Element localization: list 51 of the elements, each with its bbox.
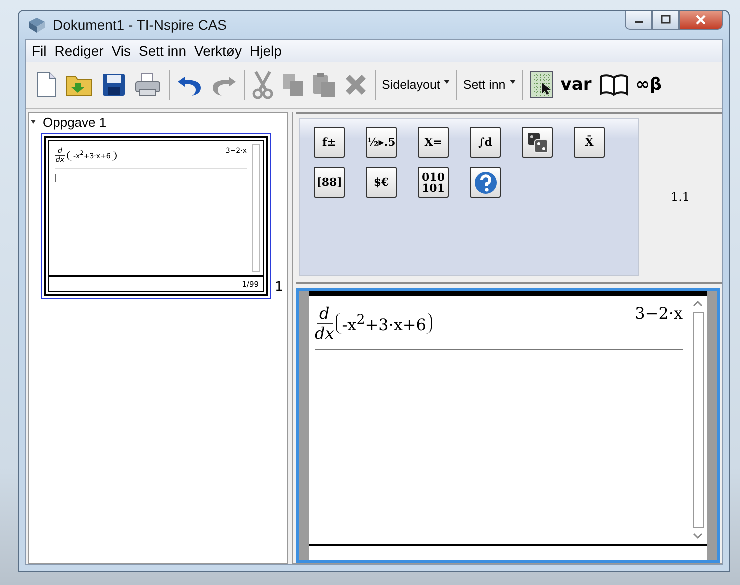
toolbar-button[interactable]: ∞β bbox=[634, 75, 664, 95]
caret-icon bbox=[444, 80, 450, 84]
menu-item[interactable]: Rediger bbox=[50, 43, 108, 59]
book-icon bbox=[598, 74, 629, 96]
denominator: dx bbox=[315, 324, 334, 344]
page-number: 1 bbox=[275, 280, 284, 295]
close-icon bbox=[695, 15, 707, 25]
template-button[interactable]: $€ bbox=[366, 167, 397, 198]
window-title: Dokument1 - TI-Nspire CAS bbox=[53, 17, 228, 33]
menu-item[interactable]: Hjelp bbox=[246, 43, 286, 59]
template-button[interactable]: X̄ bbox=[574, 127, 605, 158]
copy-icon bbox=[282, 73, 304, 97]
toolbar-button[interactable] bbox=[100, 71, 128, 99]
maximize-button[interactable] bbox=[652, 11, 679, 30]
help-icon bbox=[472, 170, 498, 196]
menu-item[interactable]: Verktøy bbox=[190, 43, 246, 59]
palette-button[interactable] bbox=[522, 127, 553, 158]
dropdown-button[interactable]: Sidelayout bbox=[381, 76, 452, 94]
paste-icon bbox=[312, 72, 336, 98]
app-icon bbox=[27, 16, 47, 34]
math-expression: -x$^{2}$+3·x+6 bbox=[336, 313, 432, 334]
maximize-icon bbox=[660, 15, 670, 25]
template-button[interactable]: f± bbox=[314, 127, 345, 158]
scrollbar[interactable] bbox=[692, 312, 704, 528]
palette-button[interactable] bbox=[470, 167, 501, 198]
new-document-icon bbox=[36, 72, 58, 98]
toolbar-button[interactable]: var bbox=[560, 75, 593, 95]
menu-item[interactable]: Fil bbox=[28, 43, 51, 59]
printer-icon bbox=[134, 73, 162, 97]
save-icon bbox=[102, 73, 126, 97]
template-button[interactable]: 010 101 bbox=[418, 167, 449, 198]
menu-item[interactable]: Sett inn bbox=[135, 43, 190, 59]
caret-icon bbox=[510, 80, 516, 84]
close-button[interactable] bbox=[679, 11, 723, 30]
template-button[interactable]: ½▸.5 bbox=[366, 127, 397, 158]
menu-item[interactable]: Vis bbox=[108, 43, 136, 59]
math-result: 3−2·x bbox=[635, 304, 683, 323]
scissors-icon bbox=[252, 71, 274, 99]
minimize-button[interactable] bbox=[625, 11, 652, 30]
delete-icon bbox=[344, 73, 368, 97]
problem-label[interactable]: Oppgave 1 bbox=[43, 115, 107, 130]
dropdown-button[interactable]: Sett inn bbox=[462, 76, 517, 94]
template-button[interactable]: ∫d bbox=[470, 127, 501, 158]
template-button[interactable]: [88] bbox=[314, 167, 345, 198]
template-button[interactable]: X= bbox=[418, 127, 449, 158]
expand-arrow-icon[interactable] bbox=[31, 120, 36, 125]
dice-icon bbox=[526, 130, 550, 154]
page-label: 1.1 bbox=[670, 190, 690, 204]
numerator: d bbox=[316, 304, 333, 324]
grid-cursor-icon bbox=[530, 71, 554, 99]
toolbar-button[interactable] bbox=[528, 69, 556, 101]
